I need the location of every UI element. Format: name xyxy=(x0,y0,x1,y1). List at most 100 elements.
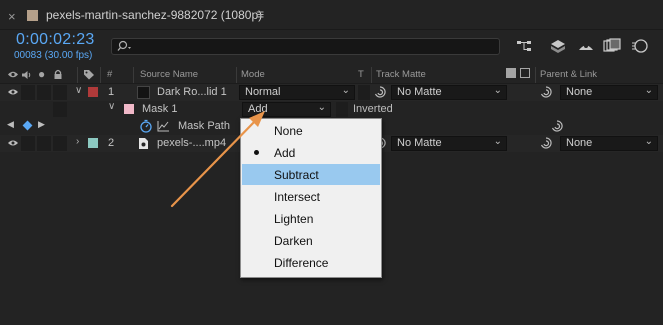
frame-blending-icon[interactable] xyxy=(602,37,622,55)
menu-item-label: Add xyxy=(274,146,296,160)
layer-label-color[interactable] xyxy=(88,138,98,148)
menu-item-subtract[interactable]: Subtract xyxy=(242,164,380,185)
matte-alpha-icon xyxy=(506,68,516,78)
chevron-down-icon: ⌄ xyxy=(644,85,653,96)
mask-color-swatch[interactable] xyxy=(124,104,134,114)
layer-label-color[interactable] xyxy=(88,87,98,97)
composition-tab-bar: × pexels-martin-sanchez-9882072 (1080p) … xyxy=(0,0,663,30)
menu-item-darken[interactable]: Darken xyxy=(242,230,380,251)
pick-whip-icon[interactable] xyxy=(374,86,386,99)
source-name-header[interactable]: Source Name xyxy=(140,69,198,80)
audio-toggle[interactable] xyxy=(21,136,35,151)
layer-mode-dropdown[interactable]: Normal ⌄ xyxy=(239,85,355,100)
mode-header: Mode xyxy=(241,69,265,80)
layer-name[interactable]: Dark Ro...lid 1 xyxy=(157,86,227,98)
lock-toggle[interactable] xyxy=(53,136,67,151)
column-divider xyxy=(133,67,134,83)
parent-pick-whip-icon[interactable] xyxy=(540,86,552,99)
frame-count-display: 00083 (30.00 fps) xyxy=(14,50,93,61)
selected-bullet-icon xyxy=(254,150,259,155)
layer-number: 2 xyxy=(108,137,115,149)
collapse-chevron-icon[interactable]: ∨ xyxy=(75,85,82,96)
mask-mode-dropdown[interactable]: Add ⌄ xyxy=(242,102,331,117)
column-divider xyxy=(236,67,237,83)
video-eye-icon[interactable] xyxy=(7,88,19,96)
parent-dropdown[interactable]: None ⌄ xyxy=(560,85,658,100)
expand-chevron-icon[interactable]: › xyxy=(76,136,79,147)
solo-column-icon: ● xyxy=(38,67,46,81)
track-matte-dropdown[interactable]: No Matte ⌄ xyxy=(391,136,507,151)
mask-name[interactable]: Mask 1 xyxy=(142,103,177,115)
video-eye-icon[interactable] xyxy=(7,139,19,147)
audio-column-icon xyxy=(22,71,31,79)
footage-file-icon xyxy=(139,138,148,149)
solo-toggle[interactable] xyxy=(37,85,51,100)
chevron-down-icon: ⌄ xyxy=(317,102,326,113)
matte-luma-icon xyxy=(520,68,530,78)
menu-item-none[interactable]: None xyxy=(242,120,380,141)
label-tag-icon xyxy=(84,70,94,80)
track-matte-value: No Matte xyxy=(397,86,442,98)
menu-item-label: Subtract xyxy=(274,168,319,182)
menu-item-intersect[interactable]: Intersect xyxy=(242,186,380,207)
layer-row[interactable]: ∨ 1 Dark Ro...lid 1 Normal ⌄ No Matte ⌄ … xyxy=(0,84,663,101)
layer-number-header: # xyxy=(107,69,113,80)
chevron-down-icon: ⌄ xyxy=(493,136,502,147)
keyframe-diamond-icon[interactable] xyxy=(22,120,33,131)
menu-item-label: None xyxy=(274,124,303,138)
stopwatch-icon[interactable] xyxy=(139,119,153,133)
mask-mode-value: Add xyxy=(248,103,268,115)
mask-path-label: Mask Path xyxy=(178,120,230,132)
t-header: T xyxy=(358,69,364,80)
next-keyframe-icon[interactable]: ▶ xyxy=(38,119,45,130)
shy-layers-icon[interactable] xyxy=(576,37,596,55)
menu-item-lighten[interactable]: Lighten xyxy=(242,208,380,229)
video-eye-column-icon xyxy=(8,71,18,78)
lock-toggle[interactable] xyxy=(53,102,67,117)
panel-menu-icon[interactable]: ≡ xyxy=(256,6,264,22)
menu-item-label: Difference xyxy=(274,256,329,270)
inverted-label: Inverted xyxy=(353,103,393,115)
track-matte-value: No Matte xyxy=(397,137,442,149)
comp-color-swatch xyxy=(27,10,38,21)
composition-tab-title[interactable]: pexels-martin-sanchez-9882072 (1080p) xyxy=(46,8,262,22)
menu-item-label: Darken xyxy=(274,234,313,248)
column-divider xyxy=(100,67,101,83)
layer-mode-value: Normal xyxy=(245,86,281,98)
close-tab-icon[interactable]: × xyxy=(8,9,16,24)
parent-value: None xyxy=(566,137,593,149)
parent-dropdown[interactable]: None ⌄ xyxy=(560,136,658,151)
preserve-transparency-toggle[interactable] xyxy=(358,85,370,100)
composition-mini-flowchart-icon[interactable] xyxy=(514,37,534,55)
column-divider xyxy=(535,67,536,83)
solo-toggle[interactable] xyxy=(37,136,51,151)
property-pick-whip-icon[interactable] xyxy=(551,120,563,133)
layer-number: 1 xyxy=(108,86,115,98)
column-divider xyxy=(77,67,78,83)
menu-item-difference[interactable]: Difference xyxy=(242,252,380,273)
menu-item-label: Lighten xyxy=(274,212,314,226)
current-time-display[interactable]: 0:00:02:23 xyxy=(16,31,95,49)
audio-toggle[interactable] xyxy=(21,85,35,100)
lock-column-icon xyxy=(54,69,62,79)
motion-blur-icon[interactable] xyxy=(630,37,650,55)
mask-mode-menu: None Add Subtract Intersect Lighten Dark… xyxy=(240,118,382,278)
layer-name[interactable]: pexels-....mp4 xyxy=(157,137,226,149)
layer-search-input[interactable] xyxy=(111,38,500,55)
chevron-down-icon: ⌄ xyxy=(644,136,653,147)
inverted-checkbox[interactable] xyxy=(336,102,348,117)
track-matte-header: Track Matte xyxy=(376,69,426,80)
previous-keyframe-icon[interactable]: ◀ xyxy=(7,119,14,130)
collapse-chevron-icon[interactable]: ∨ xyxy=(108,101,115,112)
column-divider xyxy=(371,67,372,83)
chevron-down-icon: ⌄ xyxy=(493,85,502,96)
lock-toggle[interactable] xyxy=(53,85,67,100)
mask-row[interactable]: ∨ Mask 1 Add ⌄ Inverted xyxy=(0,101,663,118)
chevron-down-icon: ⌄ xyxy=(341,85,350,96)
track-matte-dropdown[interactable]: No Matte ⌄ xyxy=(391,85,507,100)
draft-3d-icon[interactable] xyxy=(548,37,568,55)
menu-item-add[interactable]: Add xyxy=(242,142,380,163)
parent-value: None xyxy=(566,86,593,98)
graph-editor-icon[interactable] xyxy=(157,121,169,132)
parent-pick-whip-icon[interactable] xyxy=(540,137,552,150)
